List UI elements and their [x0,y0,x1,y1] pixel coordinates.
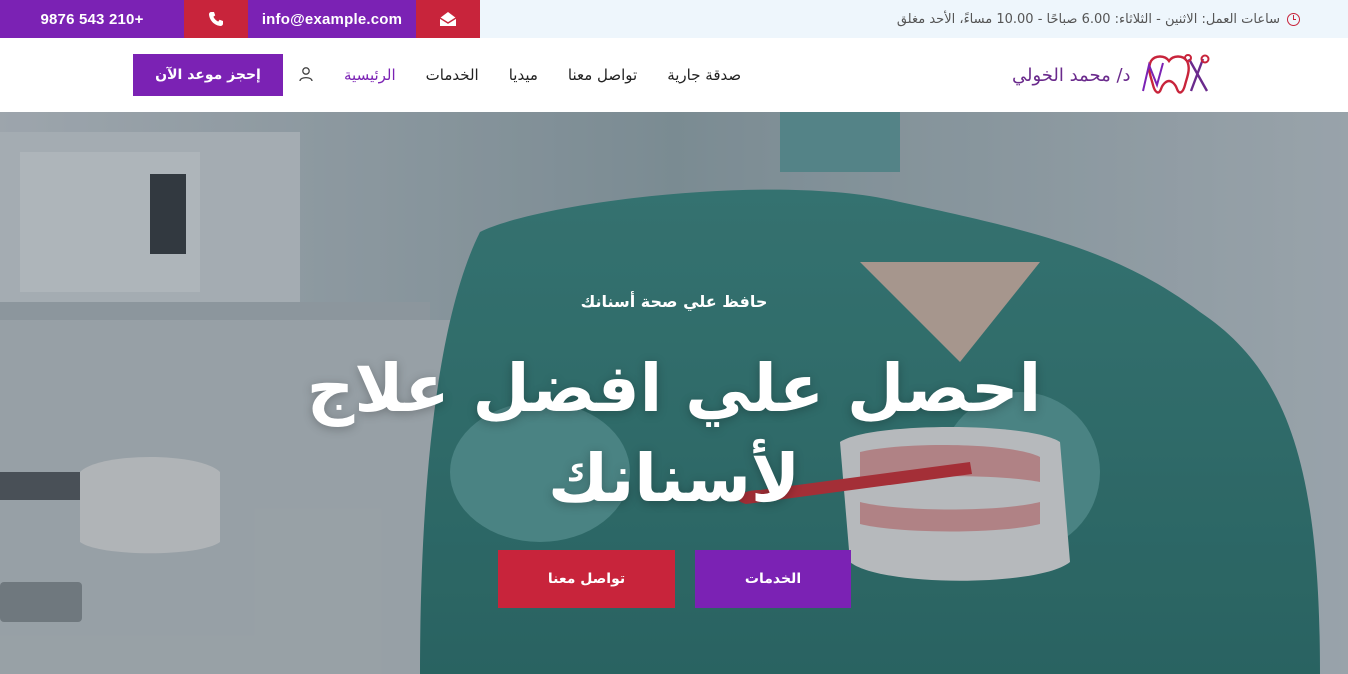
phone-icon [209,12,223,26]
main-nav: الرئيسية الخدمات ميديا تواصل معنا صدقة ج… [344,38,784,112]
phone-icon-cell[interactable] [184,0,248,38]
nav-services[interactable]: الخدمات [426,66,479,84]
book-appointment-button[interactable]: إحجز موعد الآن [133,54,283,96]
nav-media[interactable]: ميديا [509,66,538,84]
phone-text: +012 345 6789 [40,11,143,28]
site-logo[interactable]: د/ محمد الخولي [1012,50,1213,100]
phone-number: +012 345 6789 [40,10,144,28]
hero-contact-button[interactable]: تواصل معنا [498,550,675,608]
email-link[interactable]: info@example.com [248,0,416,38]
user-icon[interactable] [298,66,314,82]
clock-icon [1287,12,1300,26]
working-hours-text: ساعات العمل: الاثنين - الثلاثاء: 6.00 صب… [896,11,1280,27]
main-navbar: د/ محمد الخولي الرئيسية الخدمات ميديا تو… [0,38,1348,112]
envelope-open-icon [439,12,457,26]
email-text: info@example.com [261,10,403,28]
hero-tagline: حافظ علي صحة أسنانك [580,292,768,311]
hero-headline: احصل علي افضل علاج لأسنانك [306,350,1042,517]
working-hours: ساعات العمل: الاثنين - الثلاثاء: 6.00 صب… [897,0,1300,38]
logo-name: د/ محمد الخولي [1012,64,1131,86]
phone-link[interactable]: +012 345 6789 [0,0,184,38]
tooth-logo-icon [1141,54,1210,94]
nav-charity[interactable]: صدقة جارية [667,66,741,84]
nav-home[interactable]: الرئيسية [344,66,396,84]
hero-services-button[interactable]: الخدمات [695,550,851,608]
email-icon-cell[interactable] [416,0,480,38]
nav-contact[interactable]: تواصل معنا [568,66,637,84]
top-bar: ساعات العمل: الاثنين - الثلاثاء: 6.00 صب… [0,0,1348,38]
hero-section: حافظ علي صحة أسنانك احصل علي افضل علاج ل… [0,112,1348,674]
